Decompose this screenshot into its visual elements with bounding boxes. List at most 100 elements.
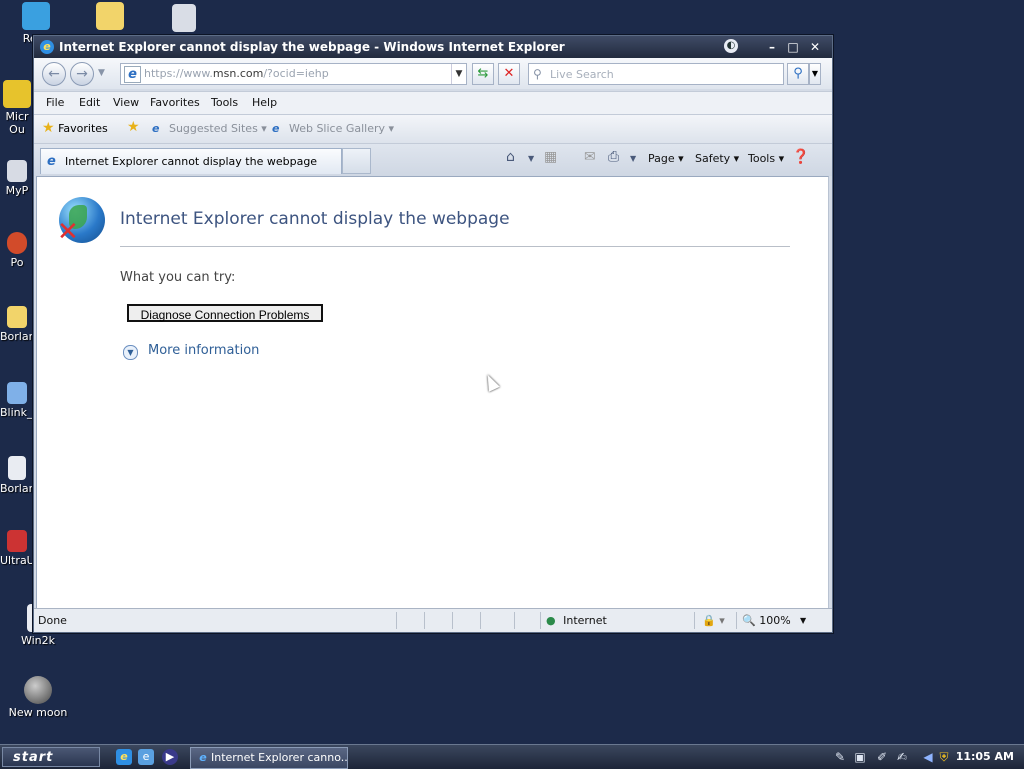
- title-bar[interactable]: e Internet Explorer cannot display the w…: [34, 36, 832, 58]
- ie-quicklaunch-icon[interactable]: e: [138, 749, 154, 765]
- status-bar: Done ● Internet 🔒 ▾ 🔍 100% ▼: [34, 608, 832, 632]
- address-text: https://www.msn.com/?ocid=iehp: [144, 67, 329, 80]
- ie-page-icon: e: [47, 154, 56, 169]
- compatibility-icon[interactable]: ◐: [724, 39, 738, 53]
- ie-window: e Internet Explorer cannot display the w…: [33, 35, 833, 633]
- recent-pages-dropdown-icon[interactable]: ▼: [98, 68, 105, 78]
- print-icon[interactable]: ⎙: [608, 149, 619, 165]
- menu-tools[interactable]: Tools: [211, 96, 238, 109]
- home-dropdown-icon[interactable]: ▼: [528, 154, 534, 163]
- back-button[interactable]: ←: [42, 62, 66, 86]
- desktop-icon-outlook[interactable]: Micr Ou: [0, 80, 34, 136]
- print-dropdown-icon[interactable]: ▼: [630, 154, 636, 163]
- more-information-link[interactable]: ▼ More information: [123, 343, 259, 360]
- rss-feeds-icon[interactable]: ▦: [544, 149, 557, 165]
- tab-current[interactable]: e Internet Explorer cannot display the w…: [40, 148, 342, 174]
- start-button[interactable]: start: [2, 747, 100, 767]
- tab-bar: e Internet Explorer cannot display the w…: [34, 143, 832, 176]
- show-hidden-icons-icon[interactable]: ◀: [920, 749, 936, 765]
- shortcut-icon: [7, 160, 27, 182]
- minimize-button[interactable]: –: [764, 39, 780, 55]
- new-tab-button[interactable]: [342, 148, 371, 174]
- read-mail-icon[interactable]: ✉: [584, 149, 596, 165]
- app-icon: [7, 530, 27, 552]
- close-button[interactable]: ✕: [807, 39, 823, 55]
- search-options-icon[interactable]: ▼: [809, 63, 821, 85]
- desktop-icon-borland-folder[interactable]: Borlan: [0, 306, 36, 343]
- search-box[interactable]: ⚲ Live Search: [528, 63, 784, 85]
- ie-logo-icon: e: [199, 751, 207, 764]
- clock[interactable]: 11:05 AM: [956, 750, 1014, 763]
- status-text: Done: [38, 614, 67, 627]
- page-menu[interactable]: Page ▾: [648, 152, 684, 165]
- document-icon: [8, 456, 26, 480]
- home-icon[interactable]: ⌂: [506, 149, 515, 165]
- taskbar: start e e ▶ e Internet Explorer canno... …: [0, 744, 1024, 769]
- pen-icon[interactable]: ✎: [832, 749, 848, 765]
- menu-bar: File Edit View Favorites Tools Help: [34, 91, 832, 114]
- desktop-icon-borland-doc[interactable]: Borlan: [0, 456, 36, 495]
- shortcut-icon: [7, 232, 27, 254]
- maximize-button[interactable]: □: [785, 39, 801, 55]
- diagnose-connection-problems-button[interactable]: Diagnose Connection Problems: [127, 304, 323, 322]
- safety-menu[interactable]: Safety ▾: [695, 152, 739, 165]
- page-title: Internet Explorer cannot display the web…: [120, 209, 510, 229]
- expand-chevron-icon: ▼: [123, 345, 138, 360]
- menu-favorites[interactable]: Favorites: [150, 96, 200, 109]
- desktop-icon-video[interactable]: [152, 4, 216, 34]
- suggested-sites-link[interactable]: e Suggested Sites ▾: [152, 122, 267, 135]
- desktop-icon-folder[interactable]: [78, 2, 142, 32]
- desktop-icon-po[interactable]: Po: [0, 232, 34, 269]
- desktop-icon-blink[interactable]: Blink_I: [0, 382, 36, 419]
- desktop-icon-ultrau[interactable]: UltraU: [0, 530, 35, 567]
- folder-icon: [96, 2, 124, 30]
- globe-icon: ●: [546, 614, 556, 627]
- address-bar[interactable]: e https://www.msn.com/?ocid=iehp ▼: [120, 63, 467, 85]
- stop-button[interactable]: ✕: [498, 63, 520, 85]
- tools-menu[interactable]: Tools ▾: [748, 152, 784, 165]
- media-player-icon[interactable]: ▶: [162, 749, 178, 765]
- divider: [120, 246, 790, 247]
- web-slice-gallery-link[interactable]: e Web Slice Gallery ▾: [272, 122, 394, 135]
- moon-icon: [24, 676, 52, 704]
- page-content: ✕ Internet Explorer cannot display the w…: [36, 176, 829, 609]
- menu-file[interactable]: File: [46, 96, 64, 109]
- taskbar-item-ie[interactable]: e Internet Explorer canno...: [190, 747, 348, 769]
- protected-mode-icon[interactable]: 🔒 ▾: [702, 614, 725, 627]
- menu-edit[interactable]: Edit: [79, 96, 100, 109]
- internet-zone: ● Internet: [546, 614, 607, 627]
- ie-quicklaunch-icon[interactable]: e: [116, 749, 132, 765]
- zoom-level[interactable]: 🔍 100%: [742, 614, 791, 627]
- address-dropdown-icon[interactable]: ▼: [451, 64, 466, 84]
- favorites-bar: ★ Favorites ★ e Suggested Sites ▾ e Web …: [34, 114, 832, 143]
- menu-help[interactable]: Help: [252, 96, 277, 109]
- desktop-icon-new-moon[interactable]: New moon: [6, 676, 70, 719]
- desktop-icon-myp[interactable]: MyP: [0, 160, 34, 197]
- favorites-button[interactable]: ★ Favorites: [42, 120, 108, 136]
- help-icon[interactable]: ❓: [792, 149, 809, 165]
- outlook-icon: [3, 80, 31, 108]
- search-button[interactable]: ⚲: [787, 63, 809, 85]
- system-tray: ✎ ▣ ✐ ✍ ◀ ⛨ 11:05 AM: [826, 745, 1024, 769]
- search-icon: ⚲: [533, 67, 542, 81]
- navigation-bar: ← → ▼ e https://www.msn.com/?ocid=iehp ▼…: [34, 58, 832, 89]
- zoom-dropdown-icon[interactable]: ▼: [800, 616, 806, 625]
- ie-logo-icon: e: [40, 40, 54, 54]
- ie-page-icon: e: [272, 122, 280, 135]
- star-icon: ★: [42, 120, 55, 136]
- forward-button[interactable]: →: [70, 62, 94, 86]
- window-title: Internet Explorer cannot display the web…: [59, 40, 565, 54]
- network-icon[interactable]: ▣: [852, 749, 868, 765]
- app-icon: [7, 382, 27, 404]
- notes-icon[interactable]: ✍: [894, 749, 910, 765]
- recycle-bin-icon: [22, 2, 50, 30]
- zoom-icon: 🔍: [742, 614, 756, 627]
- refresh-button[interactable]: ⇆: [472, 63, 494, 85]
- menu-view[interactable]: View: [113, 96, 139, 109]
- add-to-favorites-icon[interactable]: ★: [127, 119, 140, 135]
- search-input[interactable]: Live Search: [550, 68, 614, 81]
- ie-page-icon: e: [152, 122, 160, 135]
- security-shield-icon[interactable]: ⛨: [936, 749, 952, 765]
- folder-icon: [7, 306, 27, 328]
- edit-icon[interactable]: ✐: [874, 749, 890, 765]
